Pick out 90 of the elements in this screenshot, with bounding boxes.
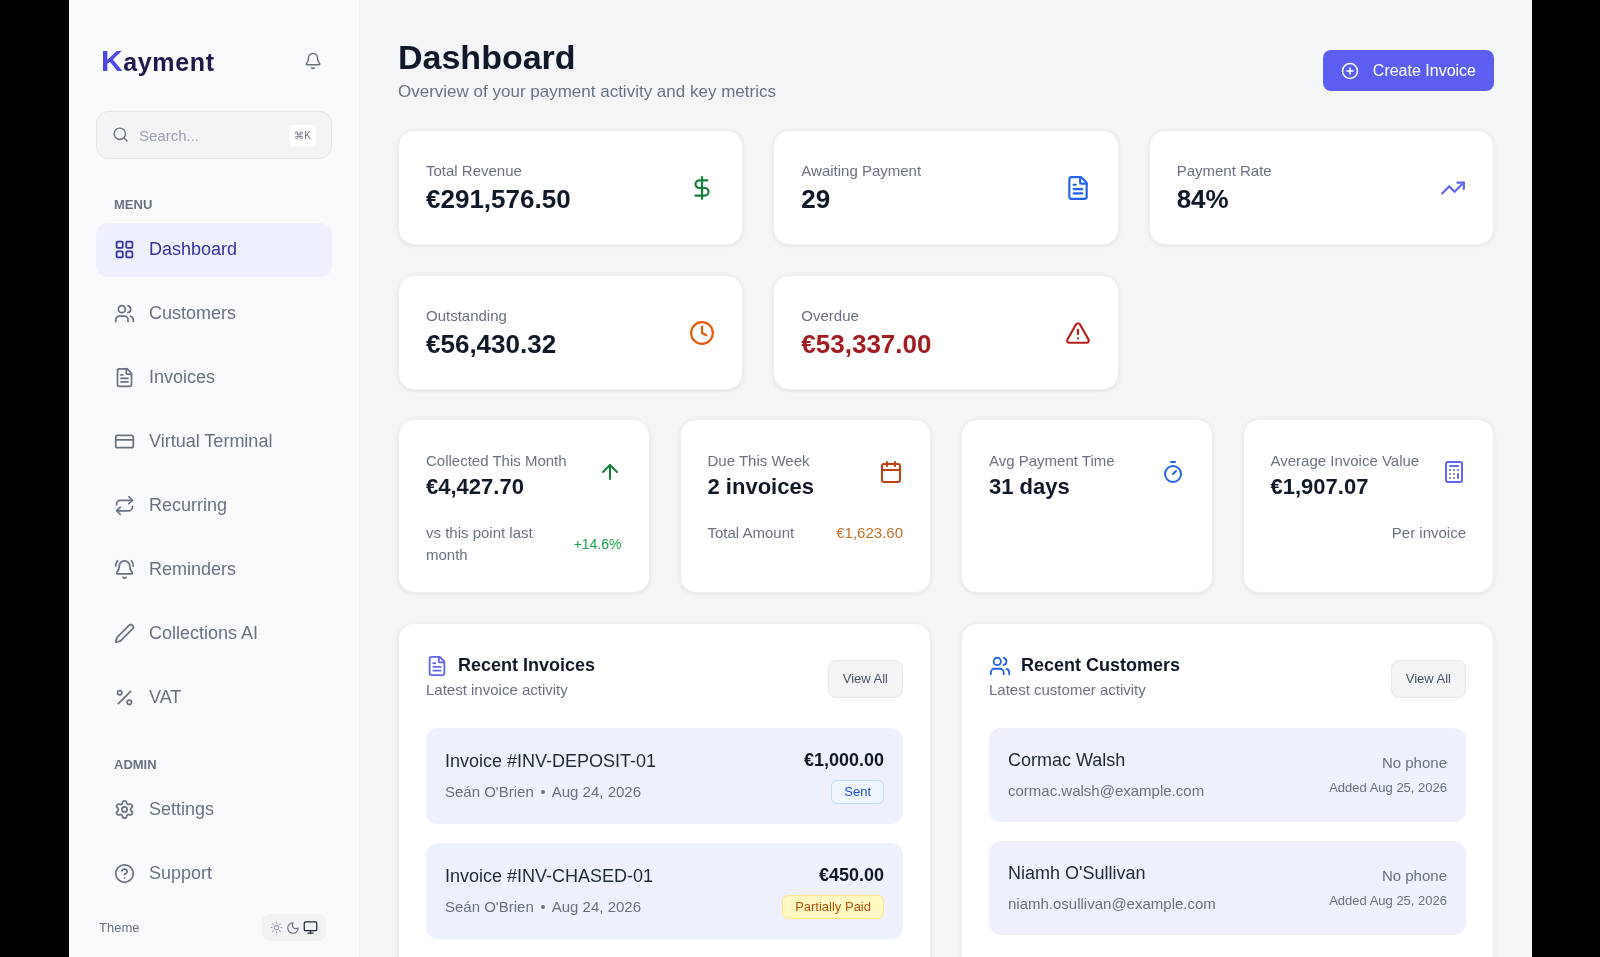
clock-icon: [689, 319, 716, 346]
plus-circle-icon: [1340, 61, 1359, 80]
page-subtitle: Overview of your payment activity and key metrics: [398, 80, 776, 103]
invoice-amount: €1,000.00: [803, 749, 884, 773]
invoice-date: Aug 24, 2026: [551, 896, 641, 917]
document-icon: [426, 654, 448, 677]
customer-phone: No phone: [1381, 752, 1447, 773]
nav-item[interactable]: VAT: [96, 670, 332, 725]
monitor-icon[interactable]: [303, 920, 318, 935]
nav-item[interactable]: Reminders: [96, 542, 332, 597]
status-badge: Partially Paid: [782, 895, 884, 919]
metric-value: 84%: [1176, 182, 1230, 215]
status-badge: Sent: [831, 780, 884, 804]
detail-label: Due This Week: [707, 451, 811, 471]
metric-value: €53,337.00: [801, 327, 932, 360]
invoice-title: Invoice #INV-DEPOSIT-01: [445, 749, 657, 773]
nav-item[interactable]: Customers: [96, 286, 332, 341]
metric-value: 29: [801, 182, 832, 215]
invoice-date: Aug 24, 2026: [551, 781, 641, 802]
pen-icon: [114, 623, 135, 644]
bell-icon[interactable]: [304, 51, 322, 70]
metric-label: Total Revenue: [426, 161, 523, 181]
customer-name: Seán O'Brien: [445, 781, 534, 802]
warning-icon: [1064, 319, 1091, 346]
detail-value: 31 days: [989, 472, 1071, 500]
create-invoice-button[interactable]: Create Invoice: [1322, 50, 1494, 91]
metric-value: €56,430.32: [426, 327, 557, 360]
theme-switcher[interactable]: [262, 914, 326, 941]
nav-item[interactable]: Dashboard: [96, 222, 332, 277]
amount-value: €1,623.60: [836, 523, 903, 543]
metric-label: Outstanding: [426, 306, 508, 326]
customer-phone: No phone: [1381, 865, 1447, 886]
users-icon: [989, 654, 1011, 677]
amount-label: Total Amount: [707, 523, 795, 543]
brand-logo: Kayment: [101, 43, 215, 79]
customer-name: Niamh O'Sullivan: [1008, 861, 1147, 885]
metric-label: Overdue: [801, 306, 860, 326]
panel-title: Recent Invoices: [458, 654, 596, 677]
shortcut-key: ⌘K: [289, 125, 316, 146]
metric-label: Awaiting Payment: [801, 161, 922, 181]
comparison-note: vs this point last month: [426, 523, 534, 565]
customer-email: niamh.osullivan@example.com: [1008, 893, 1216, 914]
help-icon: [114, 862, 135, 884]
panel-subtitle: Latest customer activity: [989, 680, 1147, 700]
grid-icon: [114, 239, 135, 260]
nav-item[interactable]: Recurring: [96, 478, 332, 533]
detail-label: Collected This Month: [426, 451, 567, 471]
calendar-icon: [879, 460, 903, 484]
nav-item[interactable]: Settings: [96, 782, 332, 836]
section-heading: MENU: [113, 196, 154, 214]
nav-item[interactable]: Support: [96, 846, 332, 900]
invoice-amount: €450.00: [818, 864, 884, 888]
detail-value: €1,907.07: [1270, 472, 1370, 500]
value-caption: Per invoice: [1391, 523, 1466, 543]
panel-title: Recent Customers: [1021, 654, 1181, 677]
moon-icon[interactable]: [286, 920, 300, 935]
nav-item[interactable]: Virtual Terminal: [96, 414, 332, 469]
nav-item[interactable]: Invoices: [96, 350, 332, 405]
percent-icon: [114, 687, 135, 708]
invoice-row[interactable]: Invoice #INV-DEPOSIT-01 Seán O'Brien Aug 24, 2026 €1,000.00 Sent: [426, 727, 903, 824]
detail-label: Avg Payment Time: [989, 451, 1115, 471]
view-all-button[interactable]: View All: [1390, 660, 1466, 698]
customer-email: cormac.walsh@example.com: [1008, 780, 1205, 801]
invoice-row[interactable]: Invoice #INV-CHASED-01 Seán O'Brien Aug 24, 2026 €450.00 Partially Paid: [426, 842, 903, 939]
customer-row[interactable]: Cormac Walsh cormac.walsh@example.com No phone Added Aug 25, 2026: [989, 727, 1466, 822]
search-icon: [112, 126, 129, 143]
detail-label: Average Invoice Value: [1270, 451, 1420, 471]
added-date: Added Aug 25, 2026: [1329, 892, 1447, 910]
settings-icon: [114, 798, 135, 820]
detail-value: 2 invoices: [707, 472, 814, 500]
repeat-icon: [114, 495, 135, 516]
document-icon: [114, 367, 135, 388]
metric-label: Payment Rate: [1176, 161, 1272, 181]
calculator-icon: [1442, 460, 1466, 484]
section-heading: ADMIN: [113, 755, 158, 774]
page-title: Dashboard: [398, 37, 577, 78]
nav-item[interactable]: Collections AI: [96, 606, 332, 661]
view-all-button[interactable]: View All: [827, 660, 903, 698]
invoice-title: Invoice #INV-CHASED-01: [445, 864, 654, 888]
customer-name: Cormac Walsh: [1008, 748, 1127, 772]
panel-subtitle: Latest invoice activity: [426, 680, 569, 700]
detail-value: €4,427.70: [426, 472, 525, 500]
growth-rate: +14.6%: [573, 534, 622, 554]
customer-row[interactable]: Niamh O'Sullivan niamh.osullivan@example.com No phone Added Aug 25, 2026: [989, 840, 1466, 935]
users-icon: [114, 303, 135, 324]
metric-value: €291,576.50: [426, 182, 571, 215]
theme-label: Theme: [99, 918, 140, 937]
customer-name: Seán O'Brien: [445, 896, 534, 917]
bell-icon: [114, 559, 135, 580]
added-date: Added Aug 25, 2026: [1329, 779, 1447, 797]
